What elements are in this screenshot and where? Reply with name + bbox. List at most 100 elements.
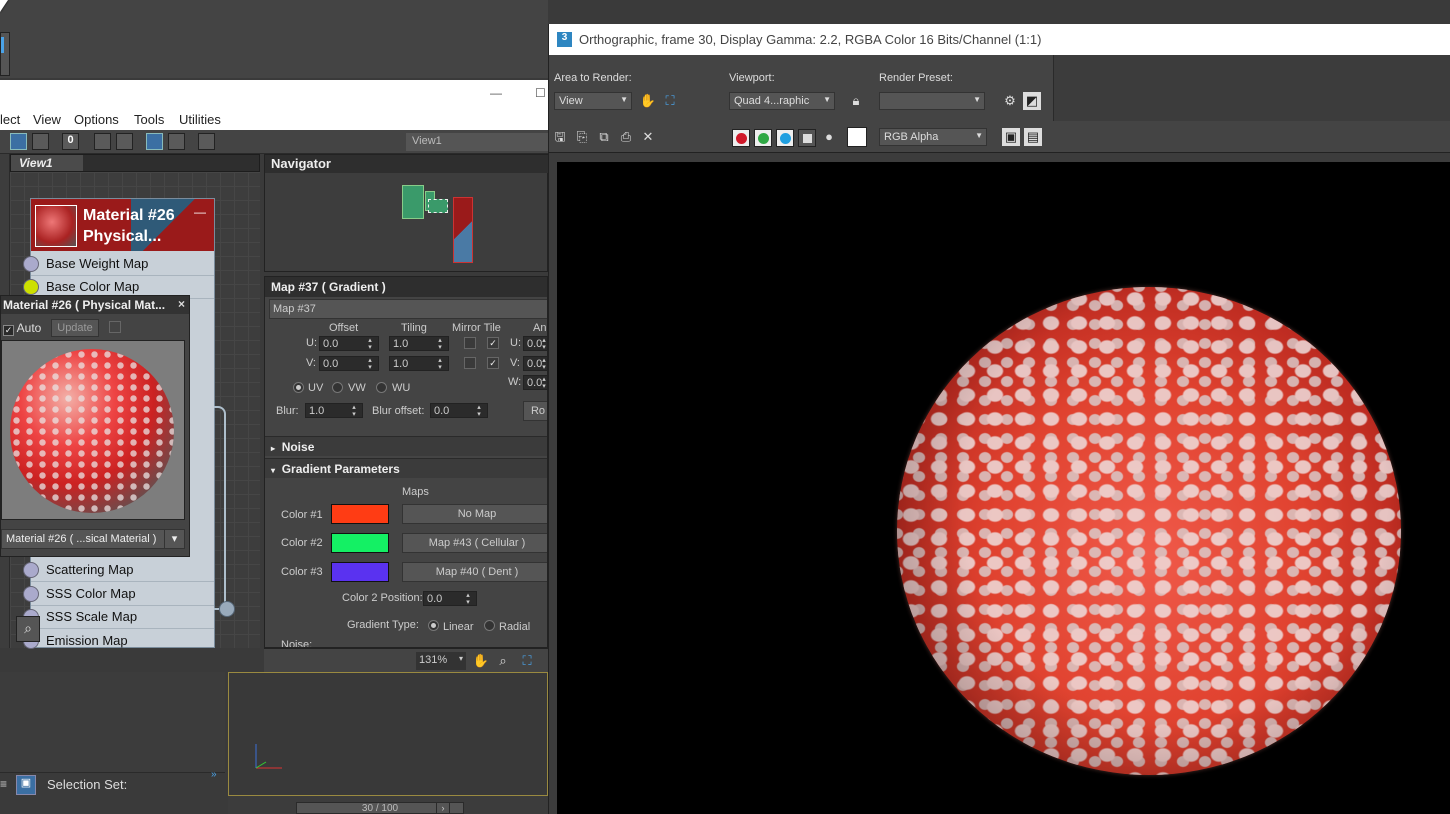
noise-rollout[interactable]: ▸ Noise <box>265 436 547 456</box>
blue-channel-toggle[interactable] <box>776 129 794 147</box>
input-socket-icon[interactable] <box>23 562 39 578</box>
view-dropdown[interactable]: View1 <box>406 133 548 151</box>
maximize-icon[interactable]: ☐ <box>535 86 546 100</box>
assign-material-icon[interactable]: 0 <box>62 133 79 150</box>
clone-window-icon[interactable]: ⧉ <box>595 128 613 146</box>
output-socket-icon[interactable] <box>219 601 235 617</box>
wu-radio[interactable] <box>376 382 387 393</box>
menu-select[interactable]: lect <box>0 112 20 127</box>
delete-selected-icon[interactable] <box>94 133 111 150</box>
map-name-field[interactable]: Map #37 <box>269 299 547 319</box>
next-frame-icon[interactable]: › <box>436 802 450 814</box>
blur-spinner[interactable]: 1.0 <box>305 403 363 418</box>
chevron-down-icon[interactable]: ▾ <box>164 530 184 548</box>
input-socket-icon[interactable] <box>23 279 39 295</box>
slot-sss-scale-map[interactable]: SSS Scale Map <box>23 606 214 629</box>
w-angle-spinner[interactable]: 0.0 <box>523 375 547 390</box>
u-mirror-checkbox[interactable] <box>464 337 476 349</box>
render-preset-dropdown[interactable]: ▼ <box>879 92 985 110</box>
linear-radio[interactable] <box>428 620 439 631</box>
expand-icon[interactable]: » <box>211 769 217 780</box>
material-node-header[interactable]: Material #26 Physical... — <box>31 199 214 251</box>
auto-region-icon[interactable]: ⛶ <box>661 92 679 110</box>
selection-set-icon[interactable]: ▣ <box>16 775 36 795</box>
v-tile-checkbox[interactable]: ✓ <box>487 357 499 369</box>
radial-radio[interactable] <box>484 620 495 631</box>
menu-tools[interactable]: Tools <box>134 112 164 127</box>
update-button[interactable]: Update <box>51 319 99 337</box>
options-icon[interactable] <box>109 321 121 333</box>
zoom-icon[interactable]: ⌕ <box>494 652 512 670</box>
v-offset-spinner[interactable]: 0.0 <box>319 356 379 371</box>
render-setup-icon[interactable]: ⚙ <box>1001 92 1019 110</box>
u-angle-spinner[interactable]: 0.0 <box>523 336 547 351</box>
toggle-ui-icon[interactable]: ▤ <box>1024 128 1042 146</box>
channel-dropdown[interactable]: RGB Alpha ▼ <box>879 128 987 146</box>
pan-hand-icon[interactable]: ✋ <box>472 652 490 670</box>
show-background-icon[interactable] <box>146 133 163 150</box>
alpha-channel-toggle[interactable] <box>798 129 816 147</box>
select-tool-icon[interactable] <box>10 133 27 150</box>
slot-scattering-map[interactable]: Scattering Map <box>23 559 214 582</box>
vw-radio[interactable] <box>332 382 343 393</box>
swatch-icon[interactable] <box>847 127 867 147</box>
pick-from-object-icon[interactable] <box>198 133 215 150</box>
close-icon[interactable]: × <box>178 297 185 311</box>
slot-emission-map[interactable]: Emission Map <box>23 630 214 653</box>
material-selector[interactable]: Material #26 ( ...sical Material ) ▾ <box>1 529 185 549</box>
v-mirror-checkbox[interactable] <box>464 357 476 369</box>
uv-radio[interactable] <box>293 382 304 393</box>
input-socket-icon[interactable] <box>23 586 39 602</box>
v-angle-spinner[interactable]: 0.0 <box>523 356 547 371</box>
toggle-ui-overlay-icon[interactable]: ▣ <box>1002 128 1020 146</box>
u-tiling-spinner[interactable]: 1.0 <box>389 336 449 351</box>
red-channel-toggle[interactable] <box>732 129 750 147</box>
u-offset-spinner[interactable]: 0.0 <box>319 336 379 351</box>
slot-base-weight-map[interactable]: Base Weight Map <box>23 253 214 276</box>
blur-offset-spinner[interactable]: 0.0 <box>430 403 488 418</box>
color1-swatch[interactable] <box>331 504 389 524</box>
binoculars-icon[interactable]: ⌕ <box>16 616 40 642</box>
zoom-dropdown[interactable]: 131% ▾ <box>416 652 466 670</box>
menu-options[interactable]: Options <box>74 112 119 127</box>
u-tile-checkbox[interactable]: ✓ <box>487 337 499 349</box>
lock-icon[interactable]: 🔒︎ <box>847 92 865 110</box>
input-socket-icon[interactable] <box>23 256 39 272</box>
tab-view1[interactable]: View1 <box>11 155 83 171</box>
monochrome-icon[interactable]: ● <box>820 128 838 146</box>
zoom-region-icon[interactable]: ⛶ <box>518 652 536 670</box>
viewport-dropdown[interactable]: Quad 4...raphic ▼ <box>729 92 835 110</box>
pick-material-icon[interactable] <box>32 133 49 150</box>
color2-map-button[interactable]: Map #43 ( Cellular ) <box>402 533 547 553</box>
color3-swatch[interactable] <box>331 562 389 582</box>
move-children-icon[interactable] <box>116 133 133 150</box>
pan-hand-icon[interactable]: ✋ <box>639 92 657 110</box>
color3-map-button[interactable]: Map #40 ( Dent ) <box>402 562 547 582</box>
slot-sss-color-map[interactable]: SSS Color Map <box>23 583 214 606</box>
area-to-render-dropdown[interactable]: View ▼ <box>554 92 632 110</box>
green-channel-toggle[interactable] <box>754 129 772 147</box>
gradient-type-label: Gradient Type: <box>347 619 419 631</box>
menu-utilities[interactable]: Utilities <box>179 112 221 127</box>
chevron-down-icon: ▼ <box>975 131 983 140</box>
environment-icon[interactable]: ◩ <box>1023 92 1041 110</box>
auto-checkbox[interactable]: ✓ Auto <box>3 321 41 336</box>
print-icon[interactable]: ⎙ <box>617 128 635 146</box>
collapse-icon[interactable]: — <box>194 205 206 219</box>
v-tiling-spinner[interactable]: 1.0 <box>389 356 449 371</box>
save-image-icon[interactable]: 🖫︎ <box>551 128 569 146</box>
color1-map-button[interactable]: No Map <box>402 504 547 524</box>
main-toolbar-edge[interactable] <box>0 32 10 76</box>
layers-icon[interactable]: ≡ <box>0 777 7 791</box>
render-canvas[interactable] <box>557 162 1450 814</box>
menu-view[interactable]: View <box>33 112 61 127</box>
perspective-viewport[interactable] <box>228 672 548 796</box>
copy-image-icon[interactable]: ⎘ <box>573 128 591 146</box>
layout-all-icon[interactable] <box>168 133 185 150</box>
clear-icon[interactable]: ✕ <box>639 128 657 146</box>
color2-position-spinner[interactable]: 0.0 <box>423 591 477 606</box>
rotate-button[interactable]: Ro <box>523 401 547 421</box>
color2-swatch[interactable] <box>331 533 389 553</box>
gradient-parameters-rollout[interactable]: ▾ Gradient Parameters <box>265 458 547 478</box>
minimize-icon[interactable]: — <box>490 86 502 100</box>
